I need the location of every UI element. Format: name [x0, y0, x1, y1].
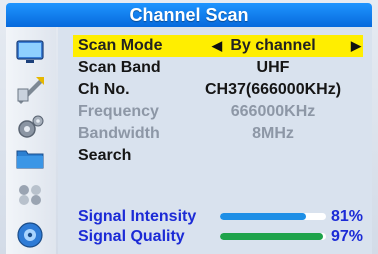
- signal-intensity-row: Signal Intensity 81%: [73, 207, 363, 227]
- signal-intensity-percent: 81%: [331, 208, 364, 225]
- signal-quality-label: Signal Quality: [78, 228, 185, 245]
- bandwidth-label: Bandwidth: [78, 125, 160, 142]
- signal-quality-fill: [220, 233, 323, 240]
- scan-mode-label: Scan Mode: [78, 37, 163, 54]
- menu-row-scan-band[interactable]: Scan Band UHF: [73, 57, 363, 79]
- menu-row-frequency: Frequency 666000KHz: [73, 101, 363, 123]
- bandwidth-value: 8MHz: [252, 125, 294, 142]
- disc-icon[interactable]: [14, 221, 46, 248]
- screen-frame: Channel Scan Scan Mode ◀ By channel ▶ Sc…: [0, 0, 378, 254]
- signal-quality-row: Signal Quality 97%: [73, 227, 363, 247]
- menu-row-bandwidth: Bandwidth 8MHz: [73, 123, 363, 145]
- menu-row-scan-mode[interactable]: Scan Mode ◀ By channel ▶: [73, 35, 363, 57]
- media-icon[interactable]: [14, 181, 46, 207]
- menu-row-ch-no[interactable]: Ch No. CH37(666000KHz): [73, 79, 363, 101]
- signal-intensity-bar: [220, 213, 326, 220]
- search-label: Search: [78, 147, 132, 164]
- signal-quality-bar: [220, 233, 326, 240]
- ch-no-value: CH37(666000KHz): [204, 81, 342, 98]
- arrow-right-icon[interactable]: ▶: [349, 35, 363, 57]
- channel-scan-panel: Scan Mode ◀ By channel ▶ Scan Band UHF C…: [58, 27, 372, 254]
- settings-gear-icon[interactable]: [14, 113, 46, 139]
- folder-icon[interactable]: [14, 145, 46, 171]
- sidebar: [6, 27, 56, 254]
- signal-intensity-fill: [220, 213, 306, 220]
- ch-no-label: Ch No.: [78, 81, 130, 98]
- title-bar: Channel Scan: [6, 3, 372, 27]
- page-title: Channel Scan: [129, 5, 249, 25]
- frequency-label: Frequency: [78, 103, 159, 120]
- scan-band-value: UHF: [256, 59, 290, 76]
- frequency-value: 666000KHz: [230, 103, 316, 120]
- signal-intensity-label: Signal Intensity: [78, 208, 197, 225]
- tv-icon[interactable]: [14, 39, 46, 65]
- scan-band-label: Scan Band: [78, 59, 161, 76]
- scan-mode-value: By channel: [230, 37, 316, 54]
- signal-quality-percent: 97%: [331, 228, 364, 245]
- installation-wrench-icon[interactable]: [14, 75, 46, 104]
- menu-row-search[interactable]: Search: [73, 145, 363, 167]
